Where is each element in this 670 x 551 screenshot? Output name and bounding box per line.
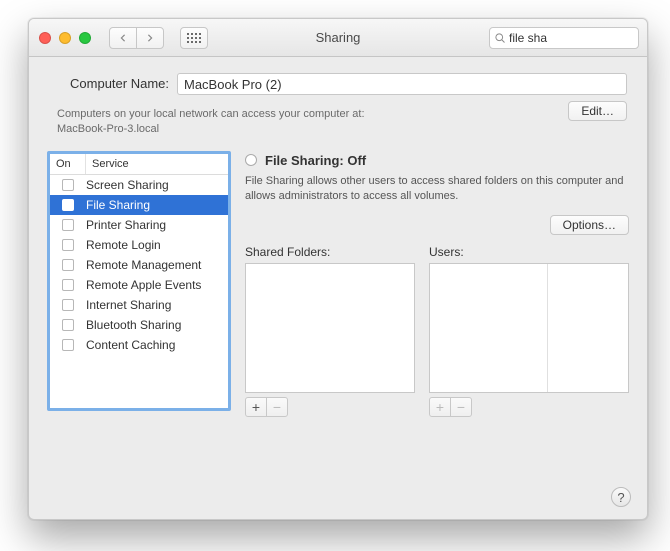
shared-folders-add-remove: + − [245,397,415,417]
users-list[interactable] [429,263,629,393]
show-all-button[interactable] [180,27,208,49]
checkbox-icon[interactable] [62,299,74,311]
service-label: Remote Management [86,258,201,272]
remove-user-button[interactable]: − [450,397,472,417]
service-row-printer-sharing[interactable]: Printer Sharing [50,215,228,235]
checkbox-icon[interactable] [62,179,74,191]
add-user-button[interactable]: + [429,397,451,417]
forward-button[interactable] [136,27,164,49]
computer-name-label: Computer Name: [49,73,169,91]
checkbox-icon[interactable] [62,279,74,291]
help-button[interactable]: ? [611,487,631,507]
service-row-content-caching[interactable]: Content Caching [50,335,228,355]
service-row-screen-sharing[interactable]: Screen Sharing [50,175,228,195]
close-window-button[interactable] [39,32,51,44]
services-table[interactable]: On Service Screen Sharing File Sharing P… [47,151,231,411]
computer-name-hint: Computers on your local network can acce… [57,107,560,137]
checkbox-icon[interactable] [62,219,74,231]
service-label: Screen Sharing [86,178,169,192]
remove-shared-folder-button[interactable]: − [266,397,288,417]
main-area: On Service Screen Sharing File Sharing P… [29,147,647,432]
services-list: Screen Sharing File Sharing Printer Shar… [50,175,228,408]
grid-icon [187,33,201,43]
service-label: Printer Sharing [86,218,166,232]
services-header-on: On [50,154,86,174]
service-row-internet-sharing[interactable]: Internet Sharing [50,295,228,315]
window-controls [39,32,91,44]
service-row-bluetooth-sharing[interactable]: Bluetooth Sharing [50,315,228,335]
sharing-preferences-window: Sharing Computer Name: Computers on your… [28,18,648,520]
minimize-window-button[interactable] [59,32,71,44]
shared-folders-list[interactable] [245,263,415,393]
chevron-right-icon [146,34,154,42]
edit-hostname-button[interactable]: Edit… [568,101,627,121]
checkbox-icon[interactable] [62,319,74,331]
search-input[interactable] [509,31,648,45]
service-label: Content Caching [86,338,175,352]
services-header-service: Service [86,154,228,174]
computer-name-section: Computer Name: Computers on your local n… [29,57,647,147]
hint-line-2: MacBook-Pro-3.local [57,123,159,135]
search-icon [494,32,506,44]
add-shared-folder-button[interactable]: + [245,397,267,417]
service-row-file-sharing[interactable]: File Sharing [50,195,228,215]
checkbox-icon[interactable] [62,239,74,251]
shared-folders-label: Shared Folders: [245,245,415,259]
service-label: File Sharing [86,198,150,212]
nav-back-forward [109,27,164,49]
hint-line-1: Computers on your local network can acce… [57,108,365,120]
checkbox-icon[interactable] [62,339,74,351]
service-row-remote-apple-events[interactable]: Remote Apple Events [50,275,228,295]
service-status-indicator [245,154,257,166]
zoom-window-button[interactable] [79,32,91,44]
service-label: Bluetooth Sharing [86,318,181,332]
checkbox-icon[interactable] [62,259,74,271]
service-label: Internet Sharing [86,298,171,312]
users-label: Users: [429,245,629,259]
users-add-remove: + − [429,397,629,417]
service-detail: File Sharing: Off File Sharing allows ot… [245,151,629,418]
chevron-left-icon [119,34,127,42]
computer-name-input[interactable] [177,73,627,95]
options-button[interactable]: Options… [550,215,629,235]
service-row-remote-management[interactable]: Remote Management [50,255,228,275]
titlebar: Sharing [29,19,647,57]
service-label: Remote Apple Events [86,278,201,292]
back-button[interactable] [109,27,137,49]
service-row-remote-login[interactable]: Remote Login [50,235,228,255]
service-label: Remote Login [86,238,161,252]
services-header: On Service [50,154,228,175]
checkbox-icon[interactable] [62,199,74,211]
search-field-wrap[interactable] [489,27,639,49]
service-status-title: File Sharing: Off [265,153,366,168]
service-status-description: File Sharing allows other users to acces… [245,174,629,204]
